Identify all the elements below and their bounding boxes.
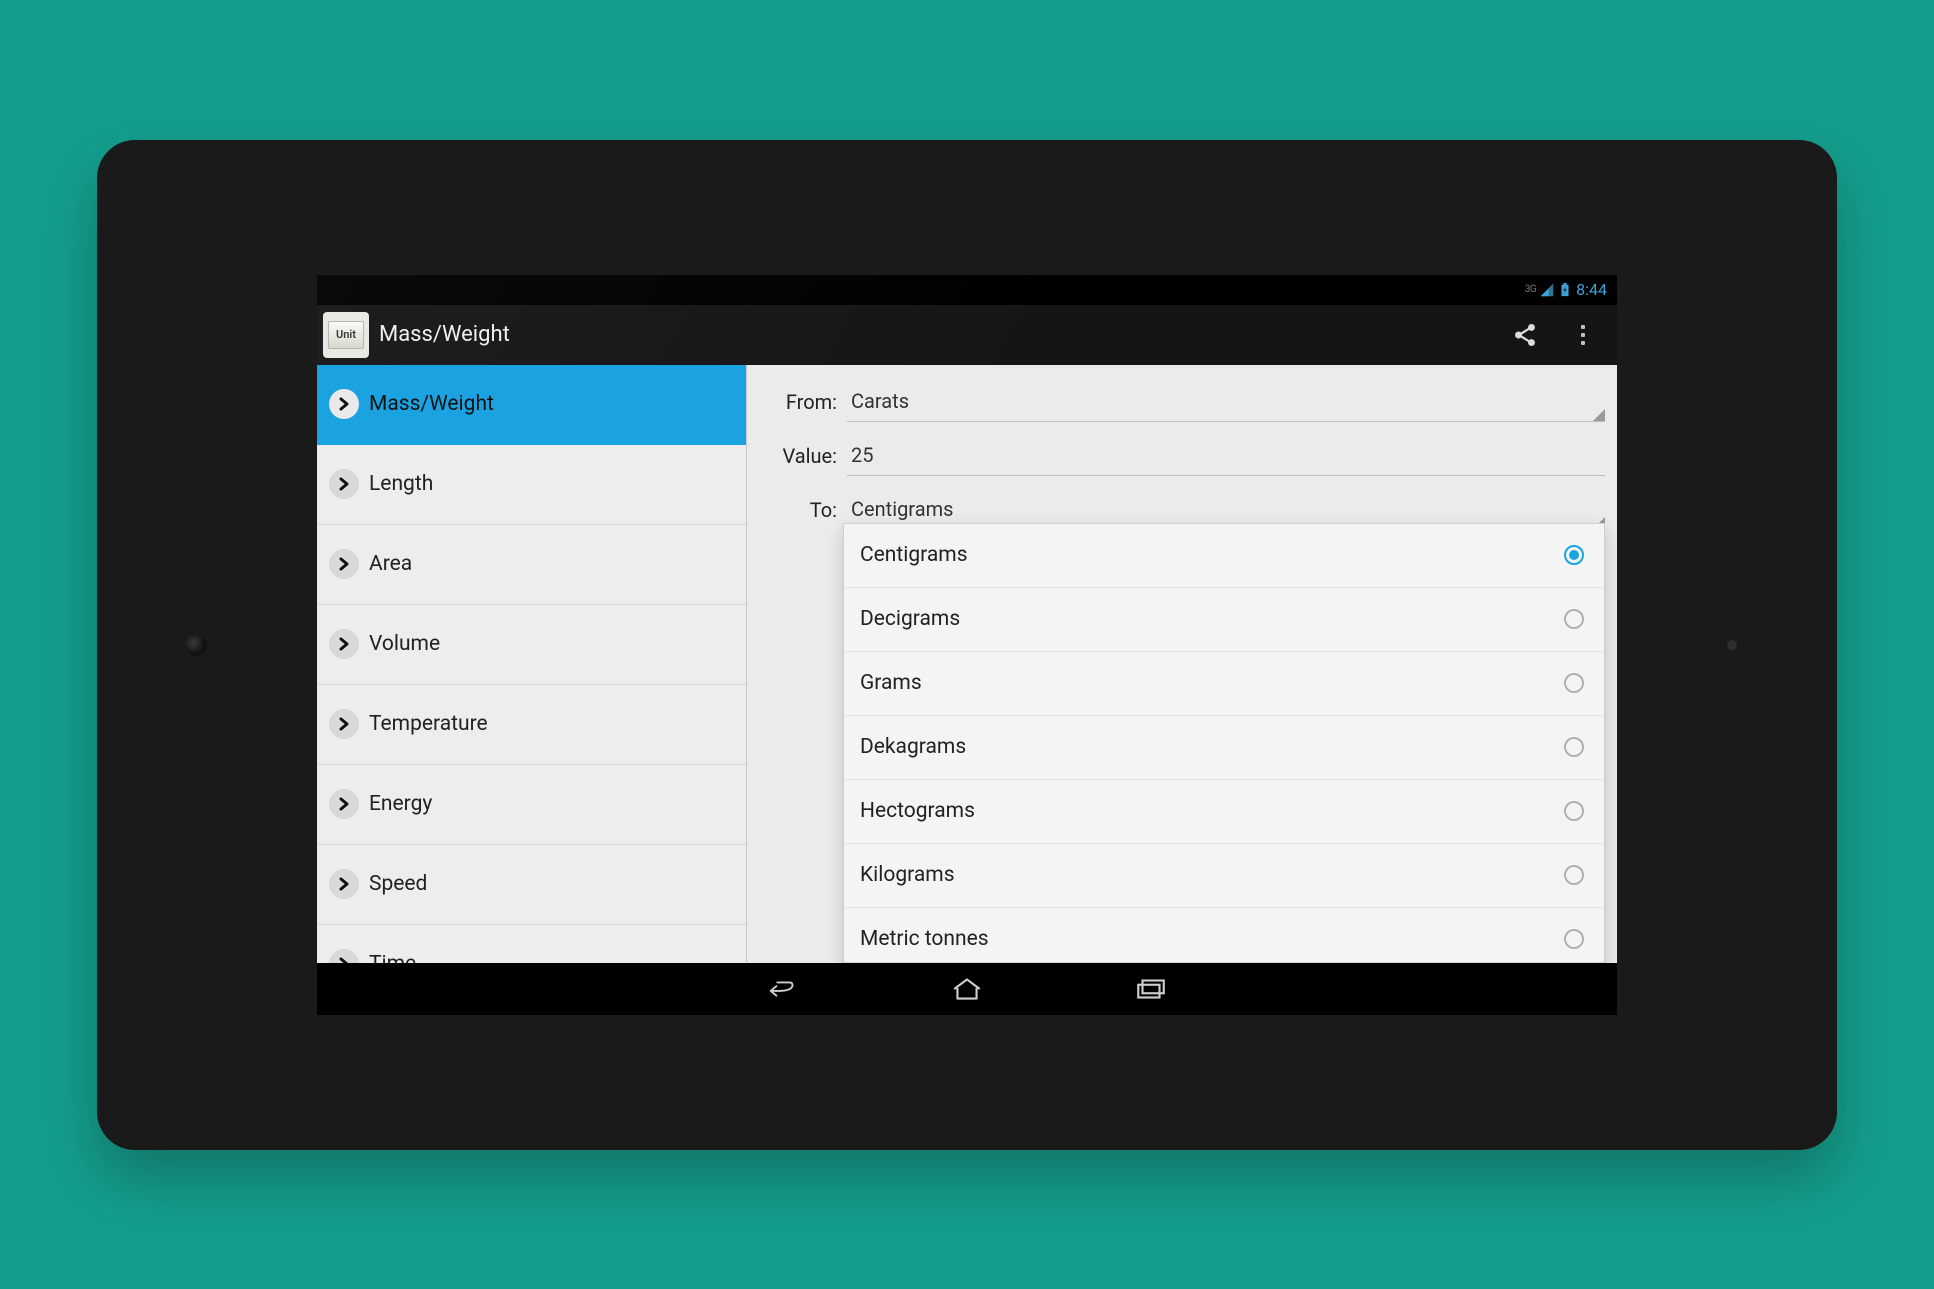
signal-icon xyxy=(1540,283,1554,297)
main-panel: From: Carats Value: 25 To: Centigrams xyxy=(747,365,1617,963)
chevron-right-icon xyxy=(329,389,359,419)
tablet-frame: 3G 8:44 Unit Mass/Weight xyxy=(97,140,1837,1150)
battery-icon xyxy=(1560,283,1570,297)
nav-home-button[interactable] xyxy=(950,974,984,1004)
to-unit-dropdown: Centigrams Decigrams Grams Dekagrams Hectogr… xyxy=(843,523,1605,963)
sidebar-item-label: Speed xyxy=(369,872,427,896)
sidebar-item-label: Length xyxy=(369,472,433,496)
radio-icon xyxy=(1564,929,1584,949)
dropdown-option-label: Grams xyxy=(860,671,922,695)
dropdown-option-label: Kilograms xyxy=(860,863,955,887)
value-input-text: 25 xyxy=(851,443,873,467)
value-row: Value: 25 xyxy=(765,429,1605,483)
chevron-right-icon xyxy=(329,469,359,499)
app-icon-label: Unit xyxy=(328,321,364,349)
dropdown-option-label: Hectograms xyxy=(860,799,975,823)
page-title: Mass/Weight xyxy=(379,322,1491,347)
status-clock: 8:44 xyxy=(1576,280,1607,299)
sidebar-item-label: Area xyxy=(369,552,412,576)
dropdown-option-label: Dekagrams xyxy=(860,735,966,759)
category-sidebar: Mass/Weight Length Area Volume Temperature En… xyxy=(317,365,747,963)
screen: 3G 8:44 Unit Mass/Weight xyxy=(317,275,1617,1015)
radio-icon xyxy=(1564,545,1584,565)
dropdown-option-label: Centigrams xyxy=(860,543,968,567)
sidebar-item-label: Energy xyxy=(369,792,432,816)
status-bar: 3G 8:44 xyxy=(317,275,1617,305)
sidebar-item-mass-weight[interactable]: Mass/Weight xyxy=(317,365,746,445)
from-unit-value: Carats xyxy=(851,389,909,413)
sidebar-item-volume[interactable]: Volume xyxy=(317,605,746,685)
sidebar-item-label: Temperature xyxy=(369,712,488,736)
chevron-right-icon xyxy=(329,549,359,579)
value-label: Value: xyxy=(765,444,837,468)
share-button[interactable] xyxy=(1501,311,1549,359)
from-row: From: Carats xyxy=(765,375,1605,429)
tablet-camera xyxy=(185,634,207,656)
chevron-right-icon xyxy=(329,869,359,899)
value-input[interactable]: 25 xyxy=(847,436,1605,476)
dropdown-option-kilograms[interactable]: Kilograms xyxy=(844,844,1604,908)
dropdown-option-hectograms[interactable]: Hectograms xyxy=(844,780,1604,844)
radio-icon xyxy=(1564,801,1584,821)
from-label: From: xyxy=(765,390,837,414)
chevron-right-icon xyxy=(329,709,359,739)
tablet-power-button xyxy=(1727,640,1737,650)
sidebar-item-time[interactable]: Time xyxy=(317,925,746,963)
radio-icon xyxy=(1564,609,1584,629)
dropdown-option-centigrams[interactable]: Centigrams xyxy=(844,524,1604,588)
chevron-right-icon xyxy=(329,789,359,819)
to-unit-value: Centigrams xyxy=(851,497,953,521)
action-bar: Unit Mass/Weight xyxy=(317,305,1617,365)
radio-icon xyxy=(1564,673,1584,693)
sidebar-item-speed[interactable]: Speed xyxy=(317,845,746,925)
dropdown-option-label: Decigrams xyxy=(860,607,960,631)
chevron-right-icon xyxy=(329,629,359,659)
dropdown-option-decigrams[interactable]: Decigrams xyxy=(844,588,1604,652)
dropdown-option-metric-tonnes[interactable]: Metric tonnes xyxy=(844,908,1604,963)
app-icon[interactable]: Unit xyxy=(323,312,369,358)
overflow-icon xyxy=(1581,325,1585,345)
nav-recent-button[interactable] xyxy=(1134,974,1168,1004)
dropdown-option-grams[interactable]: Grams xyxy=(844,652,1604,716)
nav-back-button[interactable] xyxy=(766,974,800,1004)
sidebar-item-label: Mass/Weight xyxy=(369,392,494,416)
sidebar-item-area[interactable]: Area xyxy=(317,525,746,605)
network-indicator: 3G xyxy=(1525,284,1536,295)
overflow-menu-button[interactable] xyxy=(1559,311,1607,359)
dropdown-option-label: Metric tonnes xyxy=(860,927,989,951)
radio-icon xyxy=(1564,865,1584,885)
android-navbar xyxy=(317,963,1617,1015)
content-area: Mass/Weight Length Area Volume Temperature En… xyxy=(317,365,1617,963)
radio-icon xyxy=(1564,737,1584,757)
chevron-right-icon xyxy=(329,949,359,963)
sidebar-item-label: Volume xyxy=(369,632,440,656)
dropdown-option-dekagrams[interactable]: Dekagrams xyxy=(844,716,1604,780)
to-label: To: xyxy=(765,498,837,522)
sidebar-item-label: Time xyxy=(369,952,416,963)
sidebar-item-length[interactable]: Length xyxy=(317,445,746,525)
sidebar-item-temperature[interactable]: Temperature xyxy=(317,685,746,765)
sidebar-item-energy[interactable]: Energy xyxy=(317,765,746,845)
from-unit-spinner[interactable]: Carats xyxy=(847,382,1605,422)
